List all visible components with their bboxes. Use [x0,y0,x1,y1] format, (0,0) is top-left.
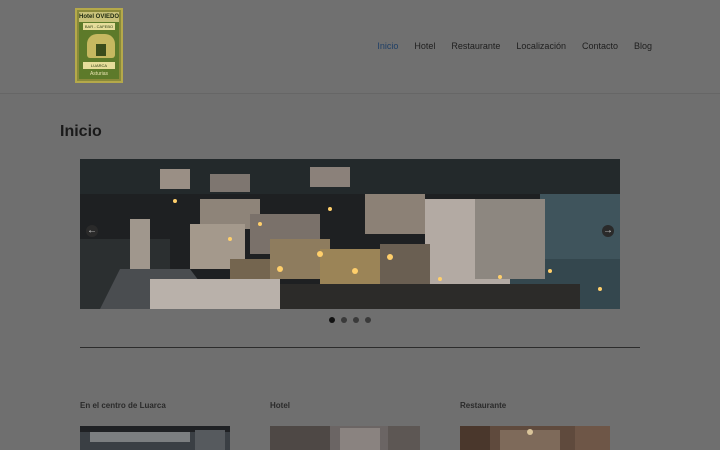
slider-dot-4[interactable] [365,317,371,323]
hotel-facade-image [80,426,230,450]
section-divider [80,347,640,348]
page-title: Inicio [60,123,102,140]
slider-prev-button[interactable]: ← [86,225,98,237]
logo-emblem: Hotel OVIEDO BAR - CAFEBO LUARCA Asturia… [79,12,119,79]
nav-item-blog[interactable]: Blog [634,40,652,52]
restaurant-dining-image [460,426,610,450]
thumb-hotel-image[interactable] [270,426,420,450]
logo-title: Hotel OVIEDO [79,14,120,20]
main-nav: Inicio Hotel Restaurante Localización Co… [361,40,652,52]
slider-dot-3[interactable] [353,317,359,323]
nav-item-contacto[interactable]: Contacto [582,40,618,52]
logo-footer: Asturias [89,71,109,77]
site-header: Hotel OVIEDO BAR - CAFEBO LUARCA Asturia… [0,0,720,94]
nav-item-hotel[interactable]: Hotel [414,40,435,52]
slider-pagination [329,317,371,323]
hotel-room-image [270,426,420,450]
section-title-centro: En el centro de Luarca [80,401,166,410]
nav-item-restaurante[interactable]: Restaurante [451,40,500,52]
logo-subtitle: BAR - CAFEBO [83,23,115,30]
slide-image-luarca-night [80,159,620,309]
slider-dot-2[interactable] [341,317,347,323]
image-slider[interactable] [80,159,620,309]
section-title-hotel: Hotel [270,401,290,410]
section-title-restaurante: Restaurante [460,401,507,410]
nav-item-inicio[interactable]: Inicio [377,40,398,52]
arrow-left-icon: ← [87,225,97,236]
hotel-logo[interactable]: Hotel OVIEDO BAR - CAFEBO LUARCA Asturia… [75,8,123,83]
slider-dot-1[interactable] [329,317,335,323]
logo-building-icon [87,34,115,58]
thumb-centro-image[interactable] [80,426,230,450]
slider-next-button[interactable]: → [602,225,614,237]
arrow-right-icon: → [603,225,613,236]
logo-band: LUARCA [83,62,115,69]
nav-item-localizacion[interactable]: Localización [516,40,566,52]
thumb-restaurante-image[interactable] [460,426,610,450]
